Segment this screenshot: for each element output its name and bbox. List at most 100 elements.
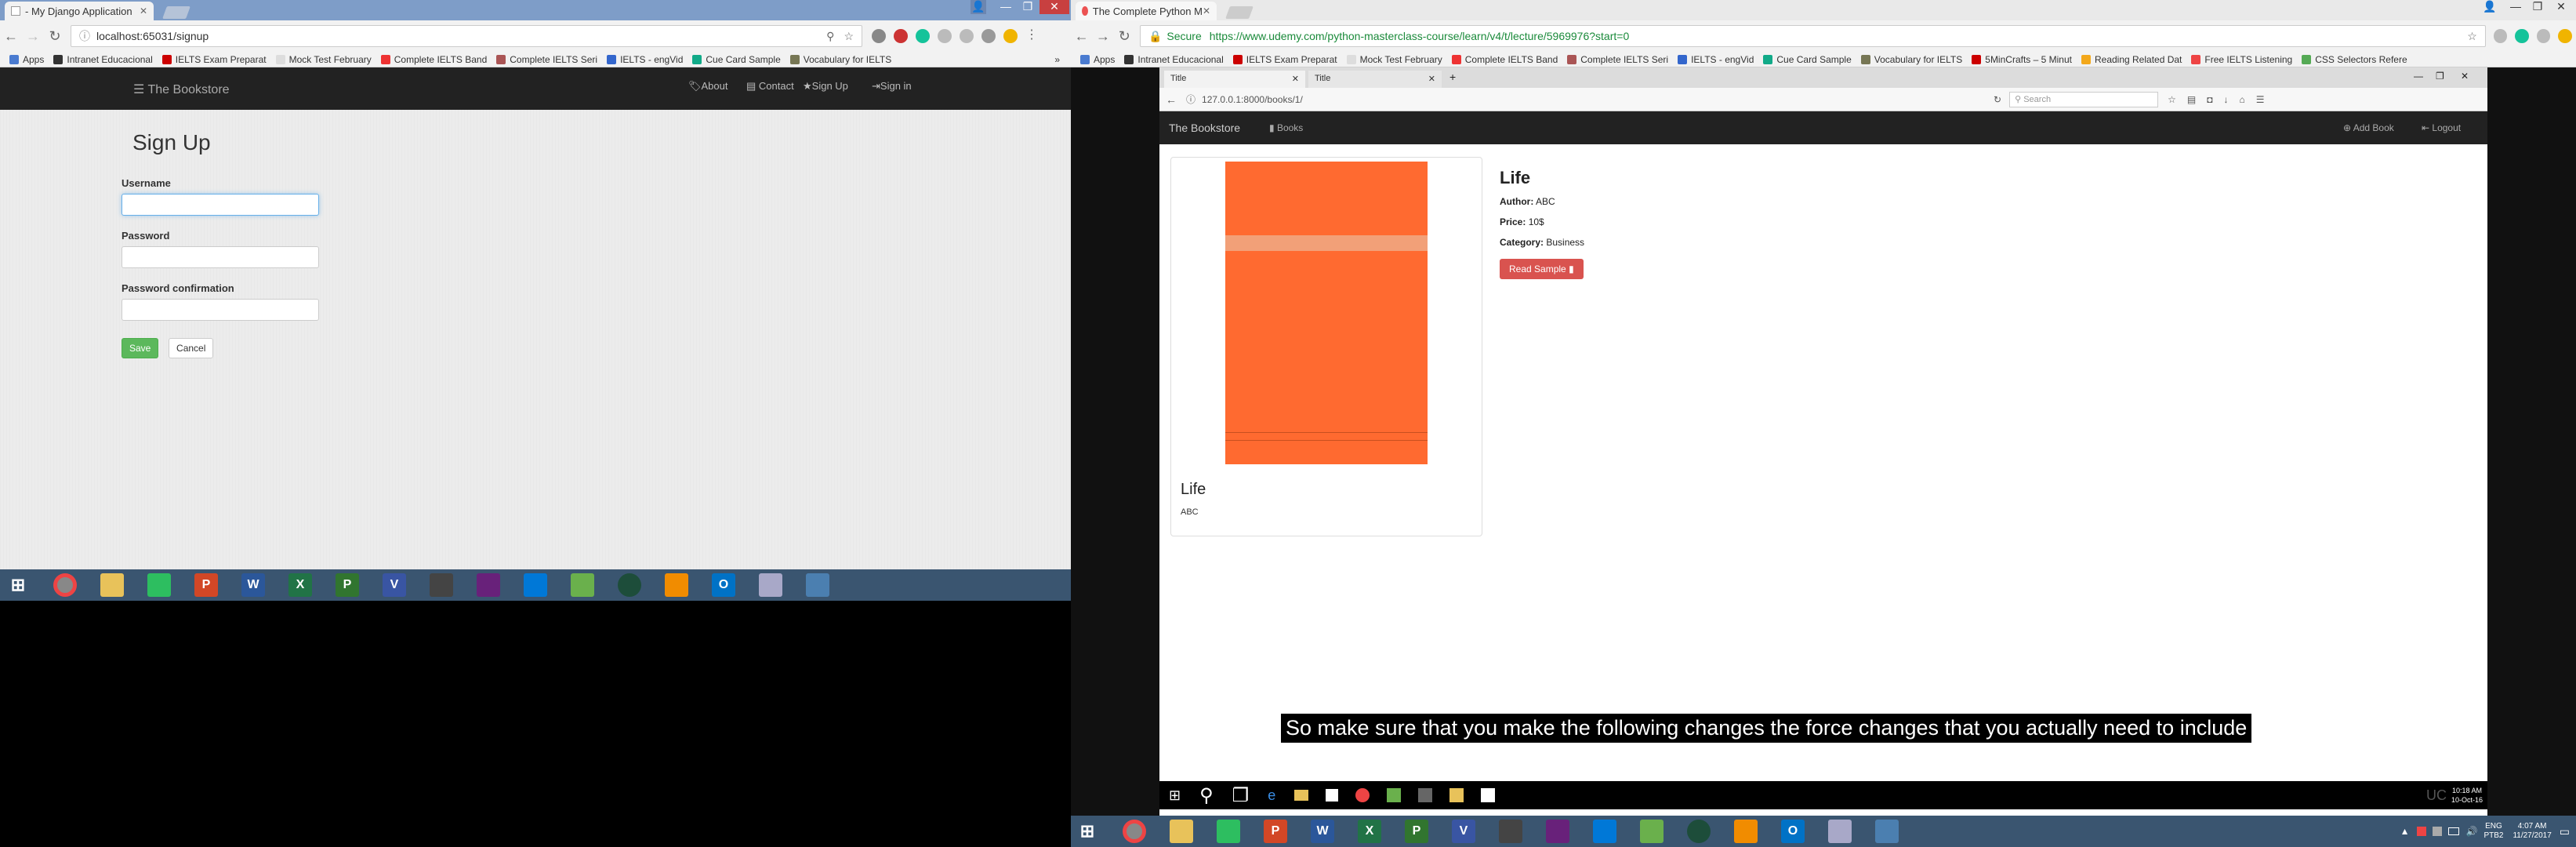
vlc-icon[interactable] — [1734, 820, 1758, 843]
powerpoint-icon[interactable]: P — [1264, 820, 1287, 843]
info-icon[interactable]: ⓘ — [1186, 93, 1195, 106]
bookmark-item[interactable]: Complete IELTS Band — [1451, 54, 1558, 65]
bookmark-item[interactable]: Intranet Educacional — [1124, 54, 1224, 65]
tray-app-icon[interactable] — [2417, 827, 2427, 836]
python-icon[interactable] — [1875, 820, 1899, 843]
reload-icon[interactable]: ↻ — [1994, 94, 2001, 105]
star-icon[interactable]: ☆ — [2168, 94, 2176, 105]
inner-tab-2[interactable]: Title ✕ — [1308, 71, 1442, 88]
site-brand[interactable]: The Bookstore — [1169, 122, 1240, 134]
save-button[interactable]: Save — [122, 338, 159, 358]
bookmark-item[interactable]: Mock Test February — [1346, 54, 1442, 65]
greenshot-icon[interactable] — [571, 573, 594, 597]
app-icon[interactable] — [1418, 788, 1433, 802]
edge-icon[interactable]: e — [1268, 787, 1275, 804]
app-icon[interactable] — [1387, 788, 1402, 802]
start-icon[interactable]: ⊞ — [1169, 787, 1181, 804]
word-icon[interactable]: W — [241, 573, 265, 597]
close-window-icon[interactable]: ✕ — [2549, 0, 2573, 14]
system-clock[interactable]: 4:07 AM 11/27/2017 — [2513, 822, 2551, 841]
battery-icon[interactable] — [2448, 827, 2460, 835]
outlook-icon[interactable]: O — [712, 573, 735, 597]
excel-icon[interactable]: X — [288, 573, 312, 597]
bookmark-item[interactable]: Complete IELTS Seri — [1567, 54, 1668, 65]
cancel-button[interactable]: Cancel — [169, 338, 214, 358]
project-icon[interactable]: P — [1405, 820, 1428, 843]
task-view-icon[interactable]: ❐ — [1232, 784, 1250, 807]
terminal-icon[interactable] — [1499, 820, 1522, 843]
vscode-icon[interactable] — [524, 573, 547, 597]
star-icon[interactable]: ☆ — [2467, 30, 2477, 43]
extension-icon[interactable] — [894, 29, 908, 43]
inner-url[interactable]: 127.0.0.1:8000/books/1/ — [1202, 94, 1688, 105]
tray-arrow-icon[interactable]: ▲ — [2400, 826, 2410, 837]
vscode-icon[interactable] — [1593, 820, 1616, 843]
volume-icon[interactable]: 🔊 — [2465, 826, 2477, 837]
minimize-icon[interactable]: — — [2505, 0, 2526, 14]
extension-icon[interactable] — [872, 29, 886, 43]
reload-icon[interactable]: ↻ — [44, 28, 66, 45]
notifications-icon[interactable]: ▭ — [2560, 825, 2570, 838]
bookmark-item[interactable]: IELTS Exam Preparat — [1232, 54, 1337, 65]
bookmark-item[interactable]: CSS Selectors Refere — [2302, 54, 2407, 65]
start-button-icon[interactable]: ⊞ — [1076, 820, 1099, 843]
nav-logout[interactable]: ⇤ Logout — [2422, 122, 2461, 133]
bookmark-item[interactable]: Reading Related Dat — [2081, 54, 2182, 65]
bookmark-item[interactable]: Complete IELTS Seri — [496, 54, 597, 65]
extension-icon[interactable] — [960, 29, 974, 43]
bookmark-item[interactable]: Vocabulary for IELTS — [789, 54, 891, 65]
restore-icon[interactable]: ❐ — [2527, 0, 2548, 14]
home-icon[interactable]: ⌂ — [2239, 94, 2244, 105]
visual-studio-icon[interactable] — [1546, 820, 1569, 843]
bookmarks-overflow-icon[interactable]: » — [1054, 54, 1060, 65]
close-tab-icon[interactable]: ✕ — [1292, 74, 1299, 84]
close-window-icon[interactable]: ✕ — [1039, 0, 1069, 14]
extension-icon[interactable] — [1003, 29, 1018, 43]
inner-clock[interactable]: 10:18 AM 10-Oct-16 — [2451, 786, 2483, 805]
terminal-icon[interactable] — [430, 573, 453, 597]
reload-icon[interactable]: ↻ — [1114, 28, 1135, 45]
nav-signup[interactable]: ★Sign Up — [803, 80, 848, 93]
bookmark-item[interactable]: Free IELTS Listening — [2191, 54, 2292, 65]
evernote-icon[interactable] — [147, 573, 171, 597]
read-sample-button[interactable]: Read Sample ▮ — [1500, 259, 1584, 279]
reader-icon[interactable] — [1687, 820, 1711, 843]
file-explorer-icon[interactable] — [1170, 820, 1193, 843]
menu-icon[interactable]: ☰ — [2256, 94, 2265, 105]
visio-icon[interactable]: V — [383, 573, 406, 597]
app-icon[interactable] — [1481, 788, 1496, 802]
new-tab-button[interactable] — [162, 6, 190, 19]
extension-icon[interactable] — [938, 29, 952, 43]
user-icon[interactable]: 👤 — [2482, 0, 2498, 14]
nav-about[interactable]: 🏷About — [688, 80, 728, 93]
greenshot-icon[interactable] — [1640, 820, 1664, 843]
grammarly-icon[interactable] — [2515, 29, 2529, 43]
chrome-icon[interactable] — [53, 573, 77, 597]
back-icon[interactable]: ← — [1166, 93, 1177, 106]
explorer-icon[interactable] — [1294, 790, 1309, 801]
site-brand[interactable]: ☰ The Bookstore — [133, 82, 230, 97]
book-thumbnail-card[interactable]: Life ABC — [1170, 157, 1482, 536]
browser-tab-django[interactable]: - My Django Application ✕ — [5, 2, 154, 20]
chrome-icon[interactable] — [1123, 820, 1146, 843]
extension-icon[interactable] — [2493, 29, 2508, 43]
address-bar[interactable]: ⓘ localhost:65031/signup ⚲ ☆ — [71, 25, 862, 47]
new-tab-button[interactable] — [1225, 6, 1254, 19]
search-icon[interactable]: ⚲ — [826, 30, 834, 43]
search-icon[interactable]: ⚲ — [1199, 784, 1214, 807]
reader-icon[interactable] — [618, 573, 641, 597]
visual-studio-icon[interactable] — [477, 573, 500, 597]
bookmark-item[interactable]: IELTS Exam Preparat — [161, 54, 267, 65]
pocket-icon[interactable]: ◘ — [2207, 94, 2212, 105]
powerpoint-icon[interactable]: P — [194, 573, 218, 597]
bookmark-item[interactable]: IELTS - engVid — [607, 54, 683, 65]
menu-icon[interactable]: ⋮ — [1025, 29, 1039, 43]
password-confirm-input[interactable] — [122, 299, 319, 321]
bookmark-item[interactable]: Intranet Educacional — [53, 54, 153, 65]
evernote-icon[interactable] — [1217, 820, 1240, 843]
back-icon[interactable]: ← — [0, 28, 22, 45]
file-explorer-icon[interactable] — [100, 573, 124, 597]
visio-icon[interactable]: V — [1452, 820, 1475, 843]
extension-icon[interactable] — [2558, 29, 2572, 43]
reader-icon[interactable]: ▤ — [2187, 94, 2196, 105]
